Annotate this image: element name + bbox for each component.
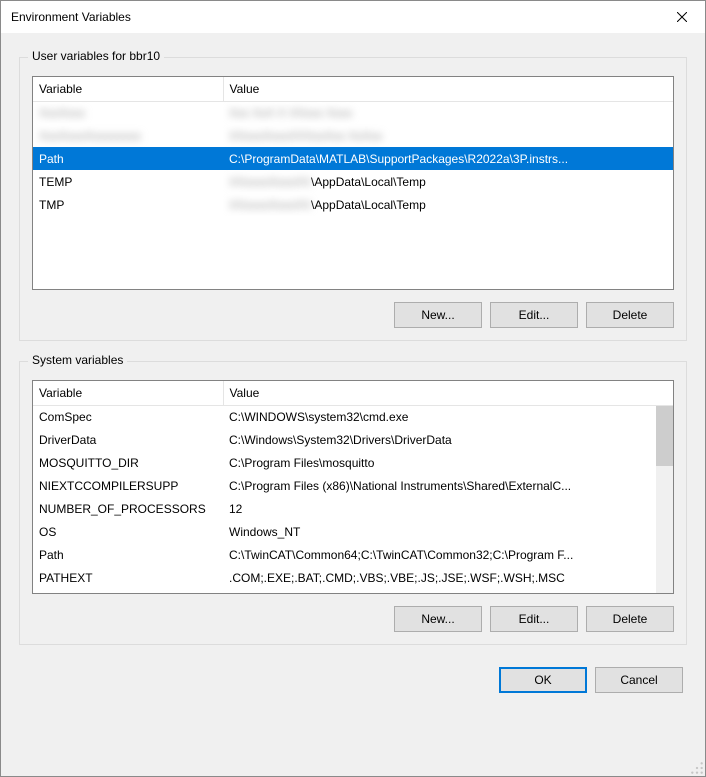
table-row[interactable]: PATHEXT.COM;.EXE;.BAT;.CMD;.VBS;.VBE;.JS… <box>33 566 673 589</box>
cell-variable: NUMBER_OF_PROCESSORS <box>33 497 223 520</box>
system-delete-button[interactable]: Delete <box>586 606 674 632</box>
cell-value: 12 <box>223 497 673 520</box>
cell-variable: MOSQUITTO_DIR <box>33 451 223 474</box>
cell-value: C:\WINDOWS\system32\cmd.exe <box>223 405 673 428</box>
cell-variable: TMP <box>33 193 223 216</box>
user-variables-table[interactable]: Variable Value XxxXxxxXxx XxX X XXxxx Xx… <box>32 76 674 290</box>
cell-variable: DriverData <box>33 428 223 451</box>
cell-value: C:\Program Files (x86)\National Instrume… <box>223 474 673 497</box>
dialog-footer: OK Cancel <box>19 645 687 697</box>
table-header-row: Variable Value <box>33 77 673 101</box>
cancel-button[interactable]: Cancel <box>595 667 683 693</box>
col-header-variable[interactable]: Variable <box>33 381 223 405</box>
system-variables-group: System variables Variable Value ComSpecC… <box>19 361 687 645</box>
cell-variable: NIEXTCCOMPILERSUPP <box>33 474 223 497</box>
cell-variable: XxxXxxx <box>33 101 223 124</box>
scrollbar-thumb[interactable] <box>656 406 673 466</box>
table-header-row: Variable Value <box>33 381 673 405</box>
cell-value: Xxx XxX X XXxxx Xxxx <box>223 101 673 124</box>
table-row[interactable]: TMPXXxxxxXxxxXX\AppData\Local\Temp <box>33 193 673 216</box>
cell-value: C:\Program Files\mosquitto <box>223 451 673 474</box>
user-new-button[interactable]: New... <box>394 302 482 328</box>
col-header-variable[interactable]: Variable <box>33 77 223 101</box>
table-row[interactable]: PathC:\TwinCAT\Common64;C:\TwinCAT\Commo… <box>33 543 673 566</box>
table-row[interactable]: NIEXTCCOMPILERSUPPC:\Program Files (x86)… <box>33 474 673 497</box>
user-delete-button[interactable]: Delete <box>586 302 674 328</box>
close-button[interactable] <box>659 1 705 33</box>
ok-button[interactable]: OK <box>499 667 587 693</box>
user-group-title: User variables for bbr10 <box>28 49 164 63</box>
system-new-button[interactable]: New... <box>394 606 482 632</box>
scrollbar[interactable] <box>656 406 673 593</box>
table-row[interactable]: OSWindows_NT <box>33 520 673 543</box>
table-row[interactable]: MOSQUITTO_DIRC:\Program Files\mosquitto <box>33 451 673 474</box>
env-vars-dialog: Environment Variables User variables for… <box>0 0 706 777</box>
system-group-title: System variables <box>28 353 127 367</box>
cell-variable: Path <box>33 147 223 170</box>
cell-variable: Path <box>33 543 223 566</box>
user-edit-button[interactable]: Edit... <box>490 302 578 328</box>
cell-value: Windows_NT <box>223 520 673 543</box>
cell-value: C:\TwinCAT\Common64;C:\TwinCAT\Common32;… <box>223 543 673 566</box>
table-row[interactable]: NUMBER_OF_PROCESSORS12 <box>33 497 673 520</box>
system-variables-table[interactable]: Variable Value ComSpecC:\WINDOWS\system3… <box>32 380 674 594</box>
user-buttons: New... Edit... Delete <box>32 302 674 328</box>
col-header-value[interactable]: Value <box>223 381 673 405</box>
cell-value: .COM;.EXE;.BAT;.CMD;.VBS;.VBE;.JS;.JSE;.… <box>223 566 673 589</box>
cell-variable: XxxXxxxXxxxxxxxx <box>33 124 223 147</box>
table-row[interactable]: XxxXxxxXxxxxxxxxXXxxxXxxxXXXxxXxx XxXxx <box>33 124 673 147</box>
titlebar: Environment Variables <box>1 1 705 33</box>
window-title: Environment Variables <box>11 10 659 24</box>
table-row[interactable]: PathC:\ProgramData\MATLAB\SupportPackage… <box>33 147 673 170</box>
system-buttons: New... Edit... Delete <box>32 606 674 632</box>
table-row[interactable]: DriverDataC:\Windows\System32\Drivers\Dr… <box>33 428 673 451</box>
cell-value: C:\Windows\System32\Drivers\DriverData <box>223 428 673 451</box>
cell-value: XXxxxxXxxxXX\AppData\Local\Temp <box>223 193 673 216</box>
table-row[interactable]: ComSpecC:\WINDOWS\system32\cmd.exe <box>33 405 673 428</box>
system-edit-button[interactable]: Edit... <box>490 606 578 632</box>
col-header-value[interactable]: Value <box>223 77 673 101</box>
table-row[interactable]: TEMPXXxxxxXxxxXX\AppData\Local\Temp <box>33 170 673 193</box>
table-row[interactable]: XxxXxxxXxx XxX X XXxxx Xxxx <box>33 101 673 124</box>
dialog-body: User variables for bbr10 Variable Value … <box>1 33 705 776</box>
close-icon <box>677 12 687 22</box>
cell-variable: OS <box>33 520 223 543</box>
cell-value: XXxxxxXxxxXX\AppData\Local\Temp <box>223 170 673 193</box>
cell-variable: ComSpec <box>33 405 223 428</box>
cell-variable: TEMP <box>33 170 223 193</box>
cell-value: C:\ProgramData\MATLAB\SupportPackages\R2… <box>223 147 673 170</box>
resize-grip-icon[interactable] <box>690 761 704 775</box>
user-variables-group: User variables for bbr10 Variable Value … <box>19 57 687 341</box>
cell-variable: PATHEXT <box>33 566 223 589</box>
cell-value: XXxxxXxxxXXXxxXxx XxXxx <box>223 124 673 147</box>
